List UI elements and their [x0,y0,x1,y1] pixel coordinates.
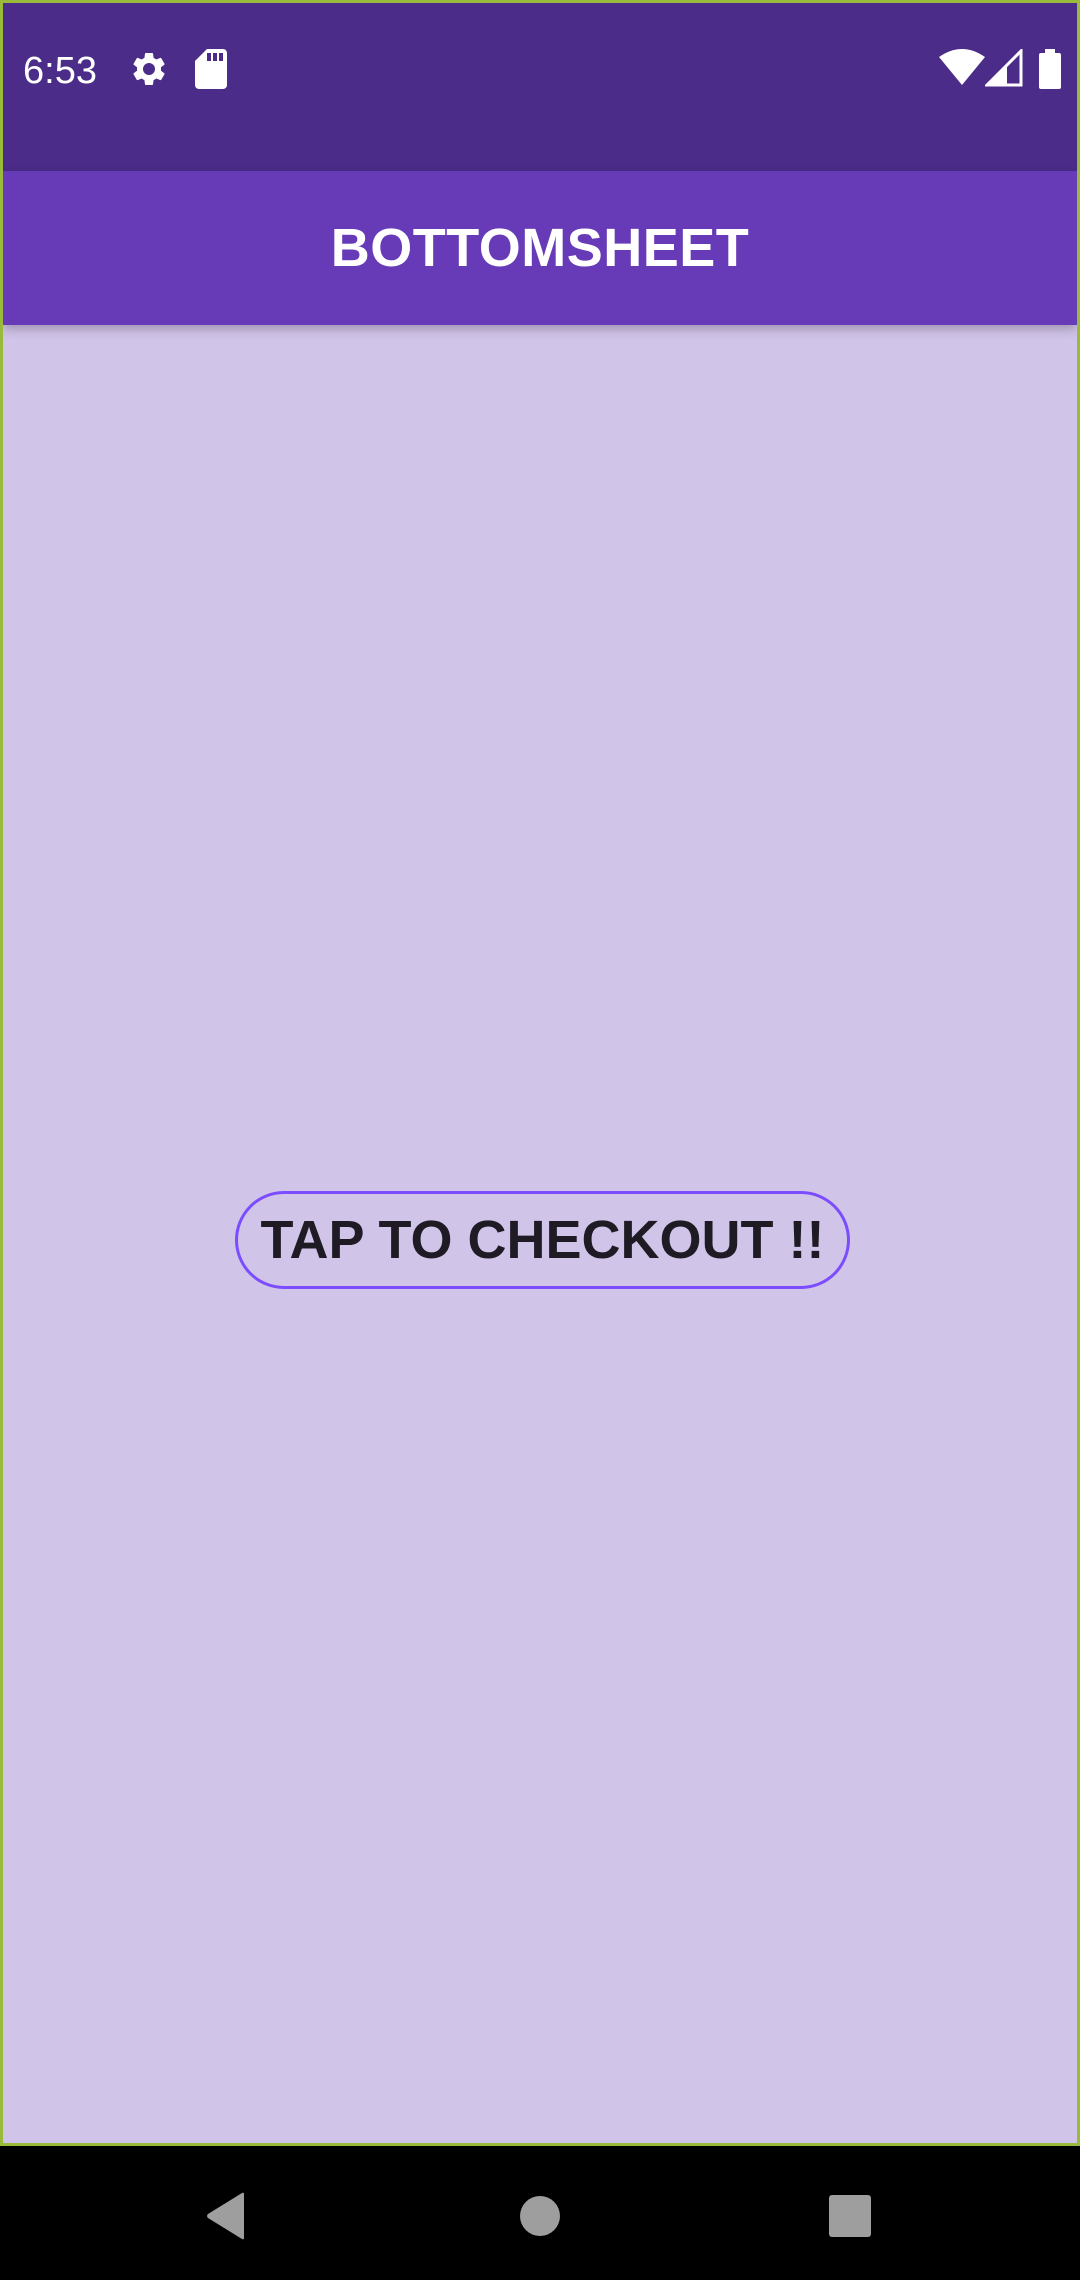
back-icon [207,2192,244,2240]
app-screen: 6:53 BOTTOMSHEET TAP TO CHECKOUT !! [0,0,1080,2146]
status-bar: 6:53 [3,3,1077,171]
home-button[interactable] [500,2176,580,2256]
recents-icon [829,2195,871,2237]
signal-icon [985,49,1023,93]
battery-icon [1039,49,1061,93]
device: 6:53 BOTTOMSHEET TAP TO CHECKOUT !! [0,0,1080,2280]
page-title: BOTTOMSHEET [330,218,750,278]
home-icon [520,2196,560,2236]
status-time: 6:53 [23,50,97,92]
back-button[interactable] [186,2176,266,2256]
recents-button[interactable] [810,2176,890,2256]
main-content: TAP TO CHECKOUT !! [3,325,1077,2143]
navigation-bar [0,2146,1080,2280]
checkout-button[interactable]: TAP TO CHECKOUT !! [235,1191,850,1289]
wifi-icon [939,49,985,93]
app-bar: BOTTOMSHEET [3,171,1077,325]
gear-icon [129,49,169,93]
sd-card-icon [193,49,227,93]
